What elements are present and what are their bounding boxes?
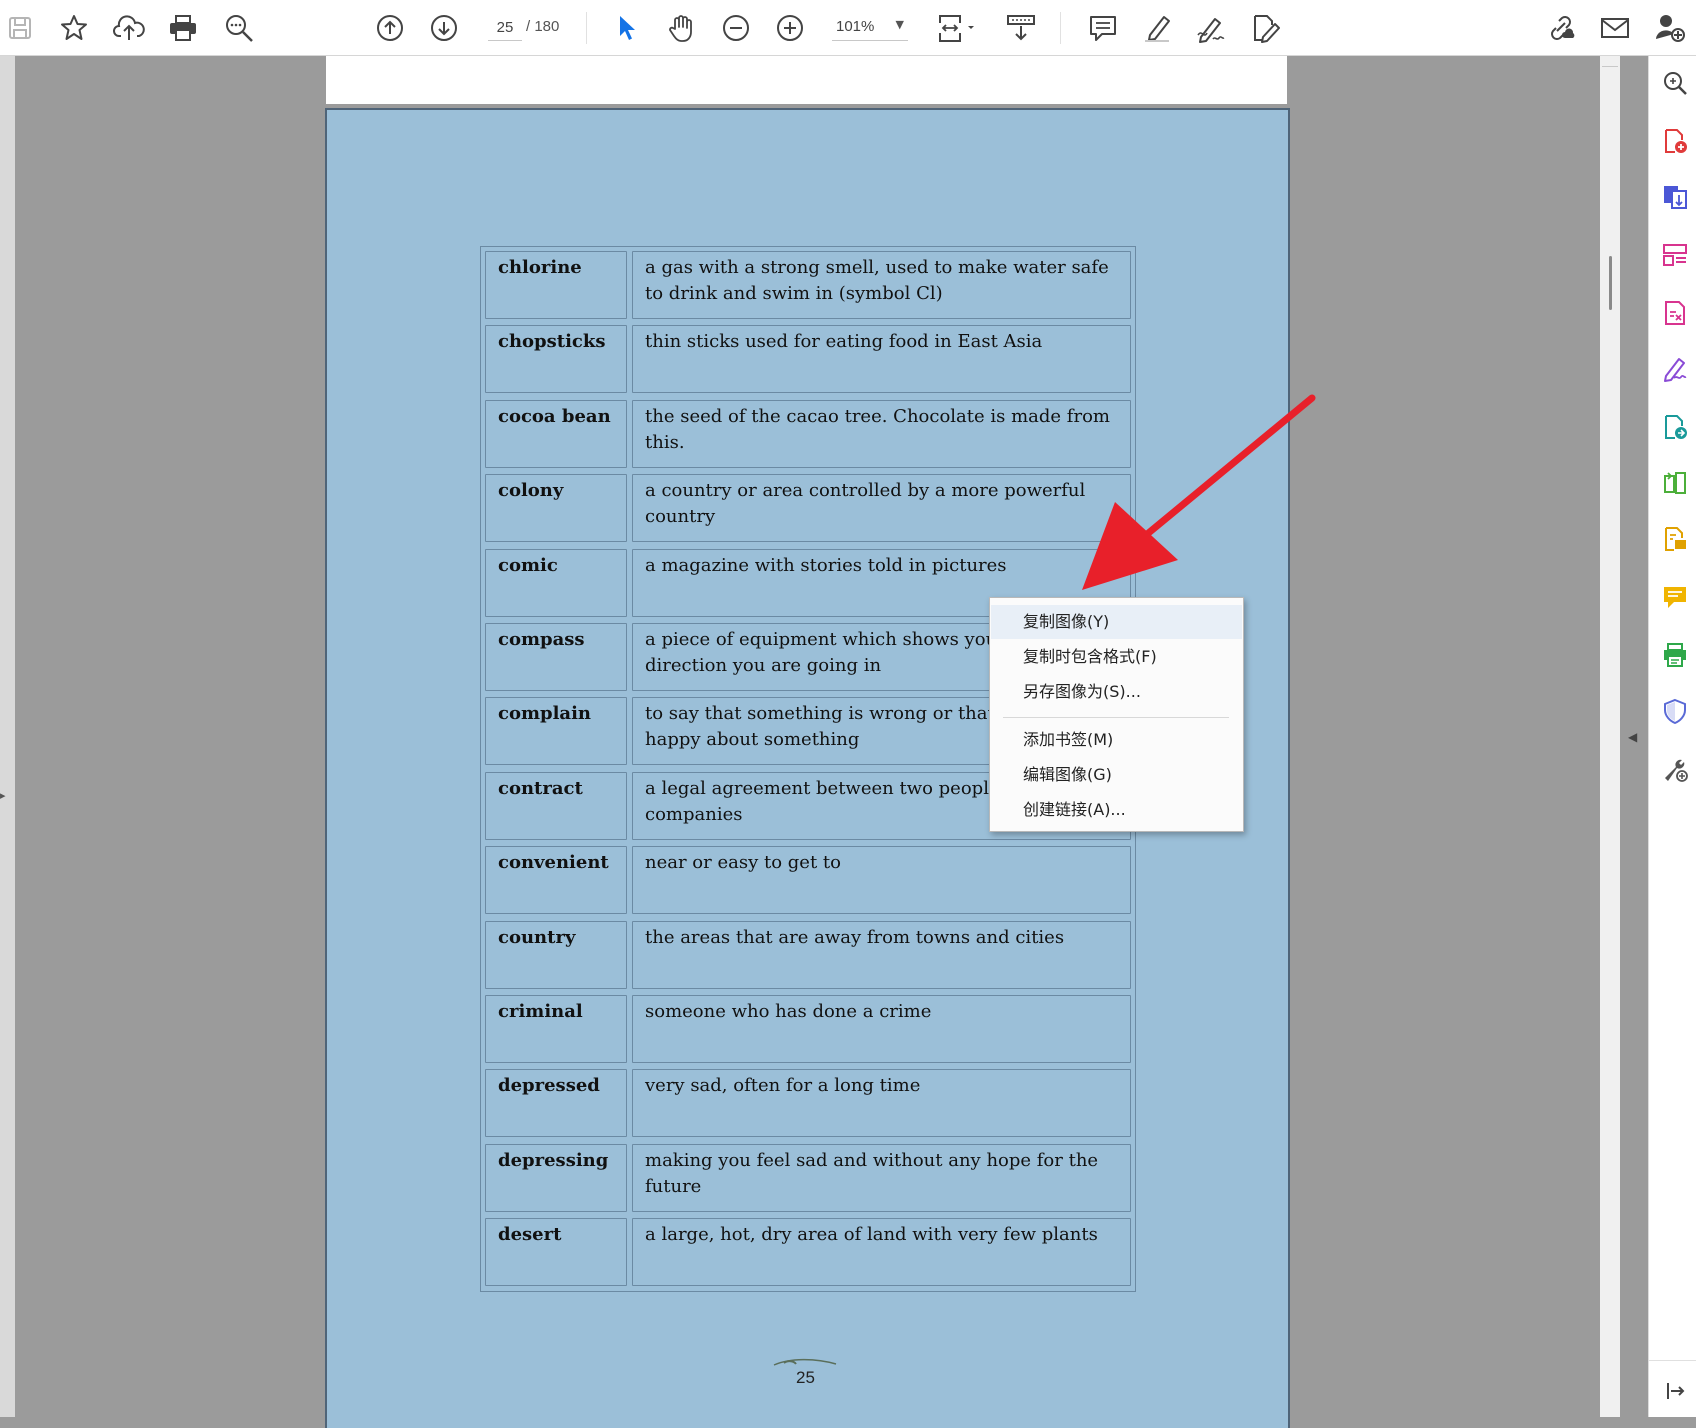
enhance-scan-icon[interactable] — [1662, 70, 1688, 96]
term-cell: depressed — [485, 1069, 627, 1138]
comment-icon[interactable] — [1086, 0, 1120, 56]
comment-icon[interactable] — [1662, 584, 1688, 610]
edit-pdf-icon[interactable] — [1248, 0, 1282, 56]
select-arrow-icon[interactable] — [612, 0, 642, 56]
email-icon[interactable] — [1598, 0, 1632, 56]
save-icon[interactable] — [4, 0, 36, 56]
right-tools-pane — [1648, 56, 1696, 1417]
compress-pdf-icon[interactable] — [1662, 470, 1688, 496]
toolbar-divider — [1060, 12, 1061, 44]
context-menu: 复制图像(Y) 复制时包含格式(F) 另存图像为(S)... 添加书签(M) 编… — [989, 597, 1244, 832]
menu-item-edit-image[interactable]: 编辑图像(G) — [991, 758, 1242, 792]
edit-pdf-icon[interactable] — [1662, 300, 1688, 326]
table-row: cocoa bean the seed of the cacao tree. C… — [481, 396, 1135, 470]
more-tools-icon[interactable] — [1662, 756, 1688, 782]
vertical-scrollbar[interactable] — [1600, 56, 1620, 1417]
term-cell: country — [485, 920, 627, 989]
term-cell: comic — [485, 548, 627, 617]
scroll-mode-icon[interactable] — [1004, 0, 1038, 56]
scroll-up-button[interactable] — [1602, 56, 1618, 67]
term-cell: convenient — [485, 846, 627, 915]
term-cell: complain — [485, 697, 627, 766]
annotation-arrow — [1082, 394, 1316, 590]
next-page-icon[interactable] — [428, 0, 460, 56]
upload-cloud-icon[interactable] — [112, 0, 146, 56]
definition-cell: a large, hot, dry area of land with very… — [632, 1218, 1131, 1287]
definition-cell: a country or area controlled by a more p… — [632, 474, 1131, 543]
page-number-input[interactable] — [488, 14, 522, 41]
zoom-dropdown[interactable]: 101% ▼ — [832, 14, 908, 41]
term-cell: chopsticks — [485, 325, 627, 394]
table-row: criminal someone who has done a crime — [481, 991, 1135, 1065]
page-total-label: / 180 — [526, 18, 560, 35]
term-cell: desert — [485, 1218, 627, 1287]
term-cell: contract — [485, 771, 627, 840]
print-icon[interactable] — [166, 0, 200, 56]
organize-pages-icon[interactable] — [1662, 242, 1688, 268]
table-row: colony a country or area controlled by a… — [481, 470, 1135, 544]
share-link-icon[interactable] — [1544, 0, 1578, 56]
hand-tool-icon[interactable] — [664, 0, 698, 56]
zoom-value: 101% — [836, 18, 875, 35]
send-for-review-icon[interactable] — [1662, 414, 1688, 440]
term-cell: cocoa bean — [485, 399, 627, 468]
fill-sign-icon[interactable] — [1662, 356, 1688, 382]
search-zoom-icon[interactable] — [222, 0, 256, 56]
highlight-icon[interactable] — [1140, 0, 1174, 56]
collapse-right-pane-icon[interactable]: ◀ — [1628, 730, 1637, 744]
pane-divider — [1649, 1360, 1696, 1361]
table-row: depressed very sad, often for a long tim… — [481, 1065, 1135, 1139]
toolbar-divider — [586, 12, 587, 44]
left-pane-toggle-icon[interactable]: ▸ — [0, 789, 6, 802]
menu-item-create-link[interactable]: 创建链接(A)... — [991, 793, 1242, 827]
menu-item-save-image-as[interactable]: 另存图像为(S)... — [991, 675, 1242, 709]
definition-cell: very sad, often for a long time — [632, 1069, 1131, 1138]
definition-cell: the areas that are away from towns and c… — [632, 920, 1131, 989]
definition-cell: thin sticks used for eating food in East… — [632, 325, 1131, 394]
menu-divider — [1003, 717, 1229, 718]
table-row: chopsticks thin sticks used for eating f… — [481, 321, 1135, 395]
prev-page-icon[interactable] — [374, 0, 406, 56]
term-cell: compass — [485, 623, 627, 691]
scroll-thumb[interactable] — [1609, 256, 1612, 310]
term-cell: colony — [485, 474, 627, 543]
fit-page-icon[interactable] — [934, 0, 980, 56]
zoom-in-icon[interactable] — [774, 0, 806, 56]
table-row: depressing making you feel sad and witho… — [481, 1140, 1135, 1214]
table-row: country the areas that are away from tow… — [481, 917, 1135, 991]
collapse-pane-icon[interactable] — [1662, 1378, 1688, 1404]
main-toolbar: / 180 101% ▼ — [0, 0, 1696, 56]
protect-shield-icon[interactable] — [1662, 698, 1688, 724]
create-pdf-icon[interactable] — [1662, 128, 1688, 154]
definition-cell: making you feel sad and without any hope… — [632, 1143, 1131, 1212]
previous-page-edge — [326, 56, 1287, 104]
definition-cell: the seed of the cacao tree. Chocolate is… — [632, 399, 1131, 468]
menu-item-add-bookmark[interactable]: 添加书签(M) — [991, 723, 1242, 757]
term-cell: depressing — [485, 1143, 627, 1212]
definition-cell: someone who has done a crime — [632, 995, 1131, 1063]
export-pdf-icon[interactable] — [1662, 184, 1688, 210]
table-row: chlorine a gas with a strong smell, used… — [481, 247, 1135, 321]
menu-item-copy-image[interactable]: 复制图像(Y) — [991, 605, 1242, 639]
page-number-footer: 25 — [796, 1368, 815, 1387]
sign-icon[interactable] — [1194, 0, 1228, 56]
print-production-icon[interactable] — [1662, 642, 1688, 668]
definition-cell: a gas with a strong smell, used to make … — [632, 251, 1131, 319]
add-user-icon[interactable] — [1652, 0, 1688, 56]
definition-cell: near or easy to get to — [632, 846, 1131, 915]
term-cell: criminal — [485, 995, 627, 1063]
table-row: desert a large, hot, dry area of land wi… — [481, 1214, 1135, 1288]
zoom-out-icon[interactable] — [720, 0, 752, 56]
export-file-icon[interactable] — [1662, 526, 1688, 552]
term-cell: chlorine — [485, 251, 627, 319]
chevron-down-icon: ▼ — [895, 18, 904, 31]
left-pane-strip[interactable]: ▸ — [0, 56, 15, 1417]
menu-item-copy-with-formatting[interactable]: 复制时包含格式(F) — [991, 640, 1242, 674]
table-row: convenient near or easy to get to — [481, 842, 1135, 916]
bookmark-star-icon[interactable] — [58, 0, 90, 56]
